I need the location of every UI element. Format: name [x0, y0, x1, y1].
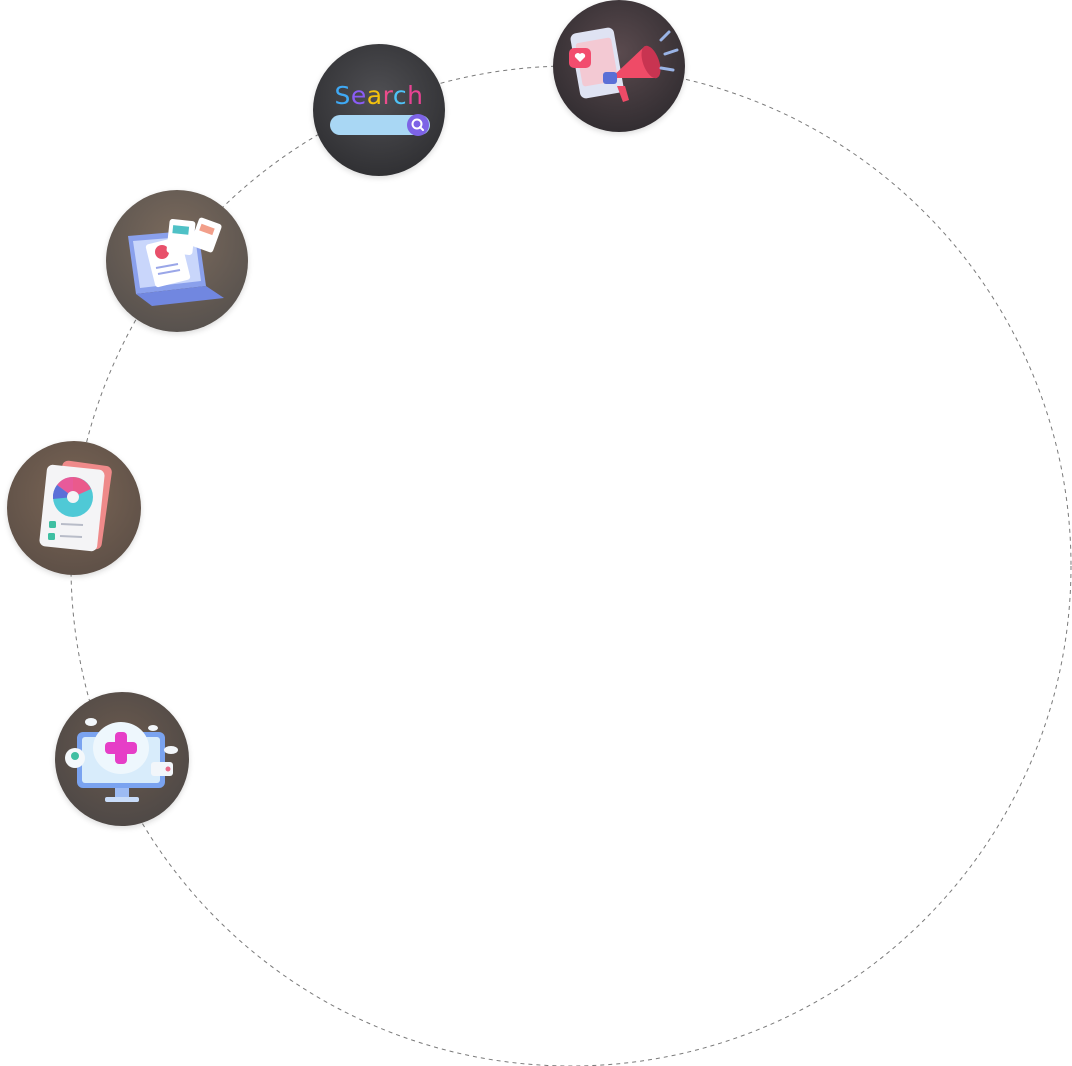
pie-chart-report-icon — [7, 441, 141, 575]
laptop-node[interactable] — [106, 190, 248, 332]
search-bar-icon: Search — [313, 44, 445, 176]
search-letter: a — [367, 81, 383, 110]
orbit-diagram: Search — [0, 0, 1072, 1066]
laptop-documents-icon — [106, 190, 248, 332]
search-letter: S — [335, 81, 351, 110]
medical-monitor-icon — [55, 692, 189, 826]
megaphone-node[interactable] — [553, 0, 685, 132]
search-word: Search — [335, 81, 424, 110]
health-node[interactable] — [55, 692, 189, 826]
search-node[interactable]: Search — [313, 44, 445, 176]
report-node[interactable] — [7, 441, 141, 575]
megaphone-icon — [553, 0, 685, 132]
search-letter: h — [407, 81, 423, 110]
orbit-ring — [70, 65, 1072, 1066]
search-letter: e — [351, 81, 367, 110]
search-letter: c — [393, 81, 407, 110]
